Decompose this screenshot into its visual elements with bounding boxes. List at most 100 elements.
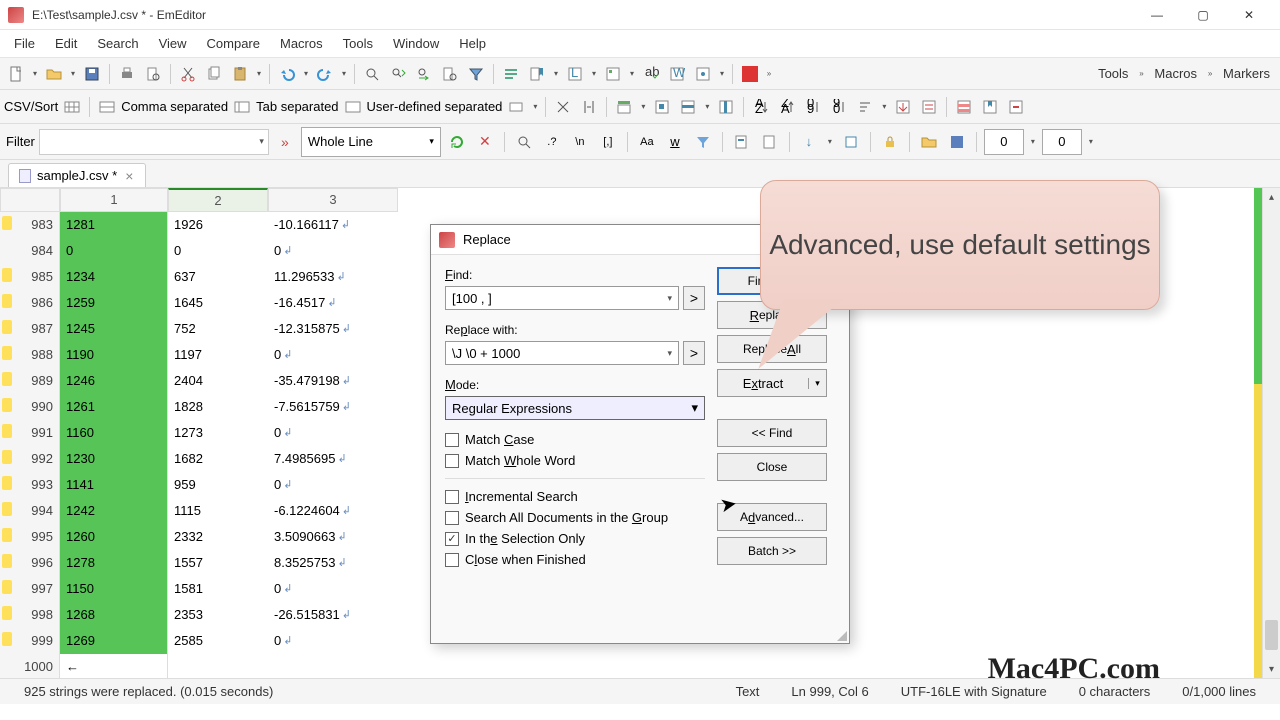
search-next-icon[interactable]: [386, 62, 410, 86]
cell-col-2[interactable]: 1581: [168, 576, 268, 602]
filter-number-icon[interactable]: [,]: [596, 130, 620, 154]
menu-help[interactable]: Help: [449, 32, 496, 55]
open-dropdown[interactable]: ▾: [68, 62, 78, 86]
replace-menu-button[interactable]: >: [683, 341, 705, 365]
vertical-scrollbar[interactable]: ▴ ▾: [1262, 188, 1280, 678]
comma-icon[interactable]: [95, 95, 119, 119]
cell-col-3[interactable]: 8.3525753↲: [268, 550, 398, 576]
cell-col-1[interactable]: 1190: [60, 342, 168, 368]
tools-label[interactable]: Tools: [1092, 66, 1134, 81]
row-number[interactable]: 985: [0, 264, 60, 290]
cell-col-2[interactable]: 2404: [168, 368, 268, 394]
row-number[interactable]: 989: [0, 368, 60, 394]
heading-dropdown[interactable]: ▾: [638, 95, 648, 119]
batch-button[interactable]: Batch >>: [717, 537, 827, 565]
cell-col-2[interactable]: 2585: [168, 628, 268, 654]
menu-view[interactable]: View: [149, 32, 197, 55]
save-icon[interactable]: [80, 62, 104, 86]
filter-icon[interactable]: [464, 62, 488, 86]
menu-file[interactable]: File: [4, 32, 45, 55]
sort-desc-icon[interactable]: ZA: [775, 95, 799, 119]
col-mode-icon[interactable]: [551, 95, 575, 119]
tab-icon[interactable]: [230, 95, 254, 119]
cell-col-3[interactable]: -26.515831↲: [268, 602, 398, 628]
tab-close-icon[interactable]: ×: [123, 168, 135, 184]
all-documents-checkbox[interactable]: Search All Documents in the Group: [445, 510, 705, 525]
close-window-button[interactable]: ✕: [1226, 0, 1272, 30]
more-tools-dropdown[interactable]: »: [764, 62, 774, 86]
replace-input[interactable]: \J \0 + 1000▾: [445, 341, 679, 365]
cell-col-1[interactable]: 1234: [60, 264, 168, 290]
csv-convert-icon[interactable]: [504, 95, 528, 119]
new-file-icon[interactable]: [4, 62, 28, 86]
row-number[interactable]: 995: [0, 524, 60, 550]
dup-icon[interactable]: [952, 95, 976, 119]
filter-open-icon[interactable]: [917, 130, 941, 154]
find-input[interactable]: [100 , ]▾: [445, 286, 679, 310]
filter-bookmark-icon[interactable]: [730, 130, 754, 154]
paste-dropdown[interactable]: ▾: [254, 62, 264, 86]
print-icon[interactable]: [115, 62, 139, 86]
cell-col-2[interactable]: 2353: [168, 602, 268, 628]
undo-dropdown[interactable]: ▾: [301, 62, 311, 86]
row-number[interactable]: 986: [0, 290, 60, 316]
incremental-search-checkbox[interactable]: Incremental Search: [445, 489, 705, 504]
filter-block-icon[interactable]: [839, 130, 863, 154]
copy-icon[interactable]: [202, 62, 226, 86]
menu-search[interactable]: Search: [87, 32, 148, 55]
whole-word-checkbox[interactable]: Match Whole Word: [445, 453, 705, 468]
column-header-1[interactable]: 1: [60, 188, 168, 212]
cell-col-1[interactable]: 1259: [60, 290, 168, 316]
filter-refresh-icon[interactable]: [445, 130, 469, 154]
filter-save-icon[interactable]: [945, 130, 969, 154]
sort-num-desc-icon[interactable]: 90: [827, 95, 851, 119]
cell-col-1[interactable]: 1150: [60, 576, 168, 602]
row-number[interactable]: 999: [0, 628, 60, 654]
toggle-1-icon[interactable]: [891, 95, 915, 119]
macros-label[interactable]: Macros: [1148, 66, 1203, 81]
cell-col-2[interactable]: [168, 654, 268, 678]
filter-num2-dropdown[interactable]: ▾: [1086, 130, 1096, 154]
html-icon[interactable]: W: [665, 62, 689, 86]
config-dropdown[interactable]: ▾: [627, 62, 637, 86]
close-button[interactable]: Close: [717, 453, 827, 481]
cell-col-2[interactable]: 1115: [168, 498, 268, 524]
close-when-finished-checkbox[interactable]: Close when Finished: [445, 552, 705, 567]
menu-tools[interactable]: Tools: [333, 32, 383, 55]
user-separated-label[interactable]: User-defined separated: [367, 99, 503, 114]
cell-col-2[interactable]: 1828: [168, 394, 268, 420]
search-icon[interactable]: [360, 62, 384, 86]
dialog-resize-grip[interactable]: [835, 629, 847, 641]
cell-col-2[interactable]: 1273: [168, 420, 268, 446]
menu-window[interactable]: Window: [383, 32, 449, 55]
scroll-down-icon[interactable]: ▾: [1263, 660, 1280, 678]
cell-col-3[interactable]: -12.315875↲: [268, 316, 398, 342]
wrap-icon[interactable]: [499, 62, 523, 86]
cell-col-2[interactable]: 1645: [168, 290, 268, 316]
undo-icon[interactable]: [275, 62, 299, 86]
cell-col-3[interactable]: [268, 654, 398, 678]
document-tab[interactable]: sampleJ.csv * ×: [8, 163, 146, 187]
tools-dropdown[interactable]: »: [1136, 62, 1146, 86]
cell-col-3[interactable]: 0↲: [268, 342, 398, 368]
large-file-dropdown[interactable]: ▾: [589, 62, 599, 86]
match-case-checkbox[interactable]: Match Case: [445, 432, 705, 447]
cut-icon[interactable]: [176, 62, 200, 86]
row-number[interactable]: 997: [0, 576, 60, 602]
filter-funnel-icon[interactable]: [691, 130, 715, 154]
options-icon[interactable]: [691, 62, 715, 86]
cell-col-3[interactable]: 0↲: [268, 238, 398, 264]
bookmark-dropdown[interactable]: ▾: [551, 62, 561, 86]
redo-dropdown[interactable]: ▾: [339, 62, 349, 86]
cell-col-2[interactable]: 637: [168, 264, 268, 290]
user-sep-icon[interactable]: [341, 95, 365, 119]
cell-col-2[interactable]: 959: [168, 472, 268, 498]
cell-col-3[interactable]: 11.296533↲: [268, 264, 398, 290]
cell-col-3[interactable]: -16.4517↲: [268, 290, 398, 316]
filter-number-1[interactable]: 0: [984, 129, 1024, 155]
row-number[interactable]: 1000: [0, 654, 60, 678]
cell-col-1[interactable]: 1278: [60, 550, 168, 576]
cell-col-1[interactable]: 0: [60, 238, 168, 264]
record-macro-icon[interactable]: [738, 62, 762, 86]
row-number[interactable]: 998: [0, 602, 60, 628]
